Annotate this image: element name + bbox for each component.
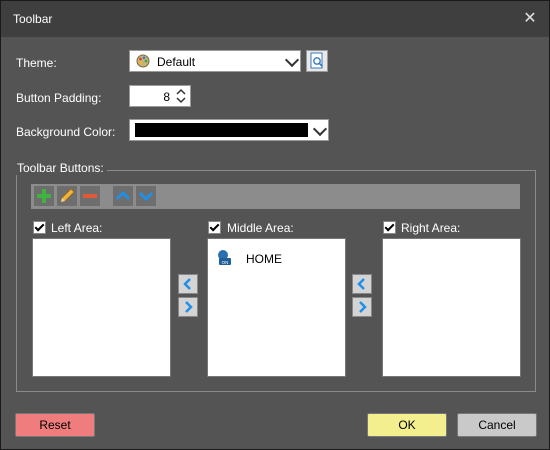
left-area-label: Left Area: [51,221,103,235]
chevron-down-icon [312,121,328,137]
list-item[interactable]: ON HOME [216,249,336,269]
title-bar: Toolbar ✕ [1,1,549,37]
toolbar-buttons-label: Toolbar Buttons: [14,161,107,175]
toolbar-dialog: Toolbar ✕ Theme: Default Button Padding:… [0,0,550,450]
background-color-select[interactable] [129,119,329,141]
button-padding-label: Button Padding: [16,91,102,105]
chevron-down-icon[interactable] [174,96,188,105]
move-to-right-button[interactable] [352,297,372,317]
theme-value: Default [157,55,196,69]
chevron-up-icon [115,190,131,201]
cancel-button[interactable]: Cancel [457,413,537,437]
right-area-label: Right Area: [401,221,461,235]
chevron-down-icon [138,191,154,202]
theme-label: Theme: [16,56,57,70]
close-icon[interactable]: ✕ [517,7,543,31]
chevron-up-icon[interactable] [174,87,188,96]
chevron-left-icon [357,278,365,290]
right-area-checkbox[interactable] [383,221,396,234]
background-color-label: Background Color: [16,125,116,139]
theme-select[interactable]: Default [129,50,301,72]
chevron-left-icon [183,278,191,290]
minus-icon [83,194,97,198]
add-button[interactable] [34,186,54,206]
chevron-right-icon [185,301,193,313]
edit-button[interactable] [57,186,77,206]
palette-icon [136,54,150,68]
home-app-icon: ON [218,250,231,265]
left-area-list[interactable] [32,238,171,377]
reset-button[interactable]: Reset [15,413,95,437]
middle-area-label: Middle Area: [227,221,294,235]
ok-button[interactable]: OK [367,413,447,437]
middle-area-checkbox[interactable] [208,221,221,234]
chevron-right-icon [359,301,367,313]
button-padding-value: 8 [163,90,170,104]
window-title: Toolbar [13,12,53,26]
button-padding-stepper[interactable]: 8 [129,85,191,107]
move-to-middle-from-right-button[interactable] [352,274,372,294]
chevron-down-icon [284,52,300,68]
color-swatch [135,123,308,137]
remove-button[interactable] [80,186,100,206]
left-area-checkbox[interactable] [33,221,46,234]
theme-browse-button[interactable] [306,50,328,72]
document-search-icon [310,52,324,69]
right-area-list[interactable] [382,238,521,377]
pencil-icon [60,188,75,203]
move-to-middle-button[interactable] [178,297,198,317]
svg-text:ON: ON [222,260,229,265]
move-up-button[interactable] [113,186,133,206]
toolbar-strip [31,184,520,209]
home-item-label: HOME [246,252,282,266]
middle-area-list[interactable]: ON HOME [207,238,346,377]
move-to-left-button[interactable] [178,274,198,294]
move-down-button[interactable] [136,186,156,206]
plus-icon [37,189,51,203]
